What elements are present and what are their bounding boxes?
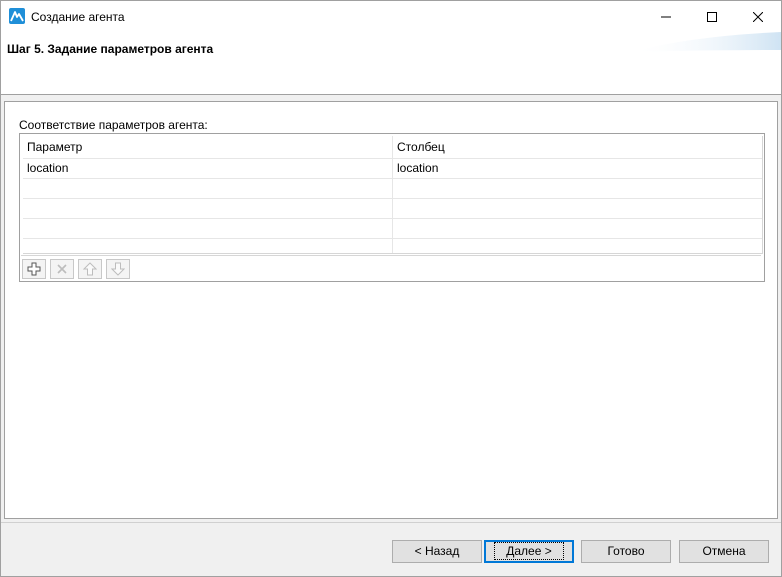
- table-row[interactable]: location location: [23, 159, 762, 179]
- column-cell[interactable]: [392, 199, 762, 218]
- finish-button[interactable]: Готово: [581, 540, 671, 563]
- window-title: Создание агента: [31, 10, 125, 24]
- arrow-up-icon: [83, 262, 97, 276]
- parameter-cell[interactable]: location: [23, 159, 392, 178]
- mapping-label: Соответствие параметров агента:: [19, 118, 208, 132]
- footer-divider: [1, 522, 781, 523]
- minimize-icon: [661, 16, 671, 17]
- next-button-label: Далее >: [494, 542, 564, 560]
- parameter-mapping-table: Параметр Столбец location location: [19, 133, 765, 282]
- add-row-button[interactable]: [22, 259, 46, 279]
- parameter-cell[interactable]: [23, 239, 392, 253]
- table-header: Параметр Столбец: [23, 136, 762, 159]
- parameter-cell[interactable]: [23, 219, 392, 238]
- table-row[interactable]: [23, 239, 762, 253]
- mapping-grid: Параметр Столбец location location: [23, 136, 763, 254]
- content-panel: Соответствие параметров агента: Параметр…: [4, 101, 778, 519]
- wizard-window: Создание агента Шаг 5. Задание параметро…: [0, 0, 782, 577]
- wizard-header: Шаг 5. Задание параметров агента: [1, 32, 781, 94]
- arrow-down-icon: [111, 262, 125, 276]
- maximize-icon: [707, 11, 717, 22]
- column-cell[interactable]: location: [392, 159, 762, 178]
- cross-icon: [57, 264, 67, 274]
- column-header-column[interactable]: Столбец: [392, 136, 762, 158]
- column-cell[interactable]: [392, 239, 762, 253]
- delete-row-button[interactable]: [50, 259, 74, 279]
- header-decoration: [631, 32, 781, 52]
- step-title: Шаг 5. Задание параметров агента: [7, 42, 214, 56]
- header-divider: [1, 94, 781, 95]
- back-button[interactable]: < Назад: [392, 540, 482, 563]
- title-bar: Создание агента: [1, 1, 781, 32]
- table-toolbar: [21, 255, 761, 280]
- app-logo-icon: [9, 8, 25, 24]
- next-button[interactable]: Далее >: [484, 540, 574, 563]
- parameter-cell[interactable]: [23, 179, 392, 198]
- table-row[interactable]: [23, 219, 762, 239]
- move-up-button[interactable]: [78, 259, 102, 279]
- column-cell[interactable]: [392, 179, 762, 198]
- close-button[interactable]: [735, 1, 781, 32]
- column-cell[interactable]: [392, 219, 762, 238]
- plus-icon: [27, 262, 41, 276]
- parameter-cell[interactable]: [23, 199, 392, 218]
- minimize-button[interactable]: [643, 1, 689, 32]
- maximize-button[interactable]: [689, 1, 735, 32]
- table-row[interactable]: [23, 199, 762, 219]
- close-icon: [753, 11, 763, 22]
- table-row[interactable]: [23, 179, 762, 199]
- column-header-parameter[interactable]: Параметр: [23, 136, 392, 158]
- move-down-button[interactable]: [106, 259, 130, 279]
- cancel-button[interactable]: Отмена: [679, 540, 769, 563]
